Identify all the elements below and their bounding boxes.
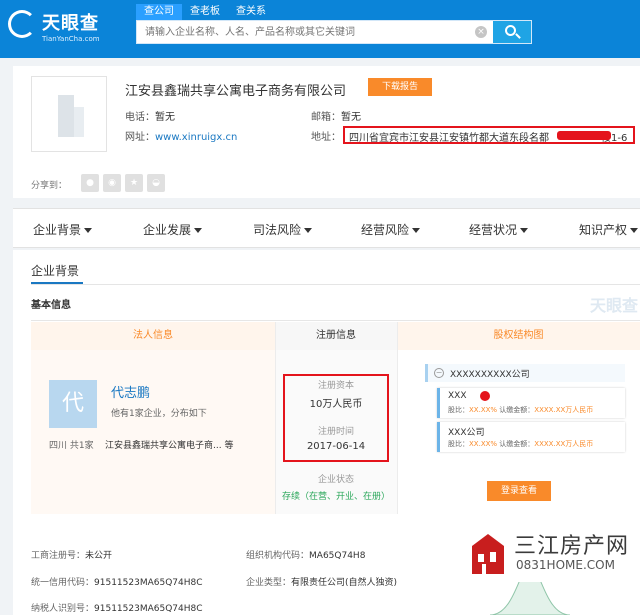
address-highlight: 四川省宜宾市江安县江安镇竹都大道东段名都 楼1-6 bbox=[343, 126, 635, 144]
clear-icon[interactable]: × bbox=[475, 26, 487, 38]
legal-person-avatar: 代 bbox=[49, 380, 97, 428]
caret-down-icon bbox=[412, 228, 421, 233]
nav-operation-risk[interactable]: 经营风险 bbox=[361, 221, 421, 238]
equity-tree: − XXXXXXXXXX公司 XXX 股比：XX.XX% 认缴金额：XXXX.X… bbox=[425, 364, 625, 464]
download-report-button[interactable]: 下载报告 bbox=[368, 78, 432, 96]
search-button[interactable] bbox=[493, 21, 531, 43]
address-label: 地址： bbox=[311, 132, 341, 143]
redaction-mark bbox=[557, 131, 611, 140]
basic-info-title: 基本信息 bbox=[31, 300, 71, 311]
nav-operation-status[interactable]: 经营状况 bbox=[469, 221, 529, 238]
collapse-icon[interactable]: − bbox=[434, 368, 444, 378]
logo-title: 天眼查 bbox=[42, 13, 99, 34]
caret-down-icon bbox=[520, 228, 529, 233]
phone-label: 电话： bbox=[125, 112, 155, 123]
search-tabs: 查公司 查老板 查关系 bbox=[136, 4, 274, 20]
watermark: 天眼查 bbox=[589, 296, 638, 315]
legal-person-province: 四川 共1家 bbox=[49, 441, 94, 451]
website-field: 网址：www.xinruigx.cn bbox=[125, 128, 237, 143]
credit-code-field: 统一信用代码：91511523MA65Q74H8C bbox=[31, 578, 203, 588]
logo-subtitle: TianYanCha.com bbox=[42, 35, 100, 43]
legal-header: 法人信息 bbox=[31, 322, 275, 350]
reg-time-label: 注册时间 bbox=[317, 427, 354, 437]
tax-id-field: 纳税人识别号：91511523MA65Q74H8C bbox=[31, 604, 203, 614]
company-header: 江安县鑫瑞共享公寓电子商务有限公司 下载报告 电话：暂无 邮箱：暂无 网址：ww… bbox=[13, 66, 640, 198]
equity-header: 股权结构图 bbox=[397, 322, 640, 350]
capital-value: 10万人民币 bbox=[309, 399, 363, 410]
qzone-share-icon[interactable]: ★ bbox=[125, 174, 143, 192]
legal-person-desc: 他有1家企业，分布如下 bbox=[111, 409, 207, 419]
caret-down-icon bbox=[194, 228, 203, 233]
email-value: 暂无 bbox=[341, 112, 361, 123]
email-field: 邮箱：暂无 bbox=[311, 108, 361, 123]
nav-judicial-risk[interactable]: 司法风险 bbox=[253, 221, 313, 238]
caret-down-icon bbox=[630, 228, 639, 233]
wechat-share-icon[interactable]: ◒ bbox=[147, 174, 165, 192]
site-logo[interactable]: 天眼查 TianYanCha.com bbox=[8, 8, 128, 48]
email-label: 邮箱： bbox=[311, 112, 341, 123]
tab-relation[interactable]: 查关系 bbox=[228, 4, 274, 20]
brand-watermark: 三江房产网 0831HOME.COM bbox=[462, 522, 640, 582]
status-label: 企业状态 bbox=[317, 475, 354, 485]
building-icon bbox=[58, 95, 74, 137]
brand-name: 三江房产网 bbox=[514, 534, 630, 559]
caret-down-icon bbox=[304, 228, 313, 233]
nav-background[interactable]: 企业背景 bbox=[33, 221, 93, 238]
house-icon bbox=[472, 534, 504, 574]
phone-field: 电话：暂无 bbox=[125, 108, 175, 123]
login-view-button[interactable]: 登录查看 bbox=[487, 481, 551, 501]
reg-time-value: 2017-06-14 bbox=[306, 441, 366, 452]
legal-person-company[interactable]: 江安县鑫瑞共享公寓电子商... 等 bbox=[105, 438, 233, 451]
reg-number-field: 工商注册号：未公开 bbox=[31, 551, 113, 561]
logo-eye-icon bbox=[8, 10, 36, 38]
equity-node[interactable]: XXX 股比：XX.XX% 认缴金额：XXXX.XX万人民币 bbox=[437, 388, 625, 418]
person-marker-icon bbox=[480, 391, 490, 401]
equity-node[interactable]: XXX公司 股比：XX.XX% 认缴金额：XXXX.XX万人民币 bbox=[437, 422, 625, 452]
capital-label: 注册资本 bbox=[317, 381, 354, 391]
company-logo-placeholder bbox=[31, 76, 107, 152]
weibo-share-icon[interactable]: ◉ bbox=[103, 174, 121, 192]
company-name: 江安县鑫瑞共享公寓电子商务有限公司 bbox=[125, 84, 347, 99]
section-title: 企业背景 bbox=[31, 264, 80, 278]
website-label: 网址： bbox=[125, 132, 155, 143]
legal-person-name[interactable]: 代志鹏 bbox=[111, 382, 150, 401]
phone-value: 暂无 bbox=[155, 112, 175, 123]
nav-ip[interactable]: 知识产权 bbox=[579, 221, 639, 238]
caret-down-icon bbox=[84, 228, 93, 233]
nav-development[interactable]: 企业发展 bbox=[143, 221, 203, 238]
tab-boss[interactable]: 查老板 bbox=[182, 4, 228, 20]
qq-share-icon[interactable]: ● bbox=[81, 174, 99, 192]
tab-company[interactable]: 查公司 bbox=[136, 4, 182, 20]
website-link[interactable]: www.xinruigx.cn bbox=[155, 132, 237, 143]
search-input[interactable] bbox=[137, 21, 495, 43]
equity-root[interactable]: − XXXXXXXXXX公司 bbox=[425, 364, 625, 382]
section-nav: 企业背景 企业发展 司法风险 经营风险 经营状况 知识产权 bbox=[13, 208, 640, 248]
org-code-field: 组织机构代码：MA65Q74H8 bbox=[246, 551, 366, 561]
company-type-field: 企业类型：有限责任公司(自然人独资) bbox=[246, 578, 398, 588]
brand-url: 0831HOME.COM bbox=[516, 558, 615, 572]
registration-header: 注册信息 bbox=[275, 322, 397, 350]
top-bar: 天眼查 TianYanCha.com 查公司 查老板 查关系 × bbox=[0, 0, 640, 58]
share-label: 分享到： bbox=[31, 181, 68, 191]
search-box: × bbox=[136, 20, 532, 44]
status-value: 存续（在营、开业、在册） bbox=[281, 492, 390, 502]
